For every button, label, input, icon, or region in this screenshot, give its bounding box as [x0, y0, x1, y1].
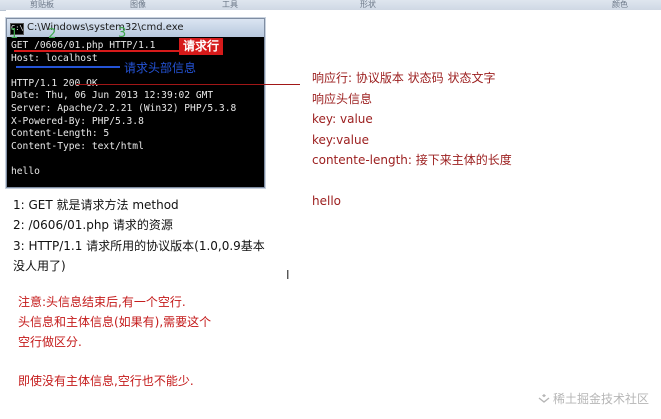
cmd-window: C:\ C:\Windows\system32\cmd.exe GET /060…: [6, 18, 265, 188]
text-cursor-icon: I: [286, 268, 290, 282]
cmd-line: hello: [11, 165, 40, 177]
request-header-tag: 请求头部信息: [124, 61, 197, 75]
response-note-gap: [312, 171, 512, 192]
cmd-title-bar: C:\ C:\Windows\system32\cmd.exe: [7, 19, 264, 37]
ribbon-image[interactable]: 图像: [130, 0, 146, 9]
watermark: 稀土掘金技术社区: [538, 390, 649, 407]
note-line: 头信息和主体信息(如果有),需要这个: [18, 314, 212, 329]
response-notes: 响应行: 协议版本 状态码 状态文字 响应头信息 key: value key:…: [312, 68, 512, 212]
juejin-logo-icon: [538, 394, 550, 403]
mark-3: 3: [118, 26, 127, 41]
explanation-item: 3: HTTP/1.1 请求所用的协议版本(1.0,0.9基本: [13, 238, 265, 253]
note-line: 即使没有主体信息,空行也不能少.: [18, 374, 194, 389]
cmd-line: X-Powered-By: PHP/5.3.8: [11, 115, 144, 127]
cmd-line: Content-Length: 5: [11, 128, 110, 140]
cmd-line: Server: Apache/2.2.21 (Win32) PHP/5.3.8: [11, 102, 237, 114]
request-line-underline: [14, 50, 180, 52]
blank-line-notes: 注意:头信息结束后,有一个空行. 头信息和主体信息(如果有),需要这个 空行做区…: [18, 293, 211, 392]
response-note: 响应行: 协议版本 状态码 状态文字: [312, 71, 496, 85]
note-line: 空行做区分.: [18, 334, 82, 349]
response-note: key:value: [312, 132, 369, 147]
note-gap: [18, 352, 211, 372]
ribbon-tools[interactable]: 工具: [222, 0, 238, 9]
response-note: hello: [312, 194, 341, 208]
response-note: key: value: [312, 112, 373, 126]
cmd-line: Content-Type: text/html: [11, 140, 144, 152]
explanation-item: 没人用了): [13, 258, 66, 273]
request-line-tag: 请求行: [179, 38, 224, 55]
watermark-text: 稀土掘金技术社区: [552, 392, 649, 406]
explanation-item: 1: GET 就是请求方法 method: [13, 198, 179, 212]
mark-1: 1: [10, 27, 19, 42]
cmd-line: Date: Thu, 06 Jun 2013 12:39:02 GMT: [11, 90, 214, 102]
mark-2: 2: [48, 27, 57, 42]
ribbon-shapes[interactable]: 形状: [360, 0, 376, 9]
request-header-underline: [16, 66, 120, 68]
response-line-pointer: [76, 84, 300, 85]
explanation-item: 2: /0606/01.php 请求的资源: [13, 218, 173, 233]
response-note: contente-length: 接下来主体的长度: [312, 153, 512, 167]
ribbon-colors[interactable]: 颜色: [612, 0, 628, 9]
note-line: 注意:头信息结束后,有一个空行.: [18, 295, 186, 309]
ribbon-clipboard[interactable]: 剪贴板: [30, 0, 54, 9]
slide-canvas: C:\ C:\Windows\system32\cmd.exe GET /060…: [6, 10, 661, 419]
cmd-line: [11, 153, 236, 166]
request-explanations: 1: GET 就是请求方法 method 2: /0606/01.php 请求的…: [13, 195, 265, 276]
response-note: 响应头信息: [312, 91, 373, 106]
